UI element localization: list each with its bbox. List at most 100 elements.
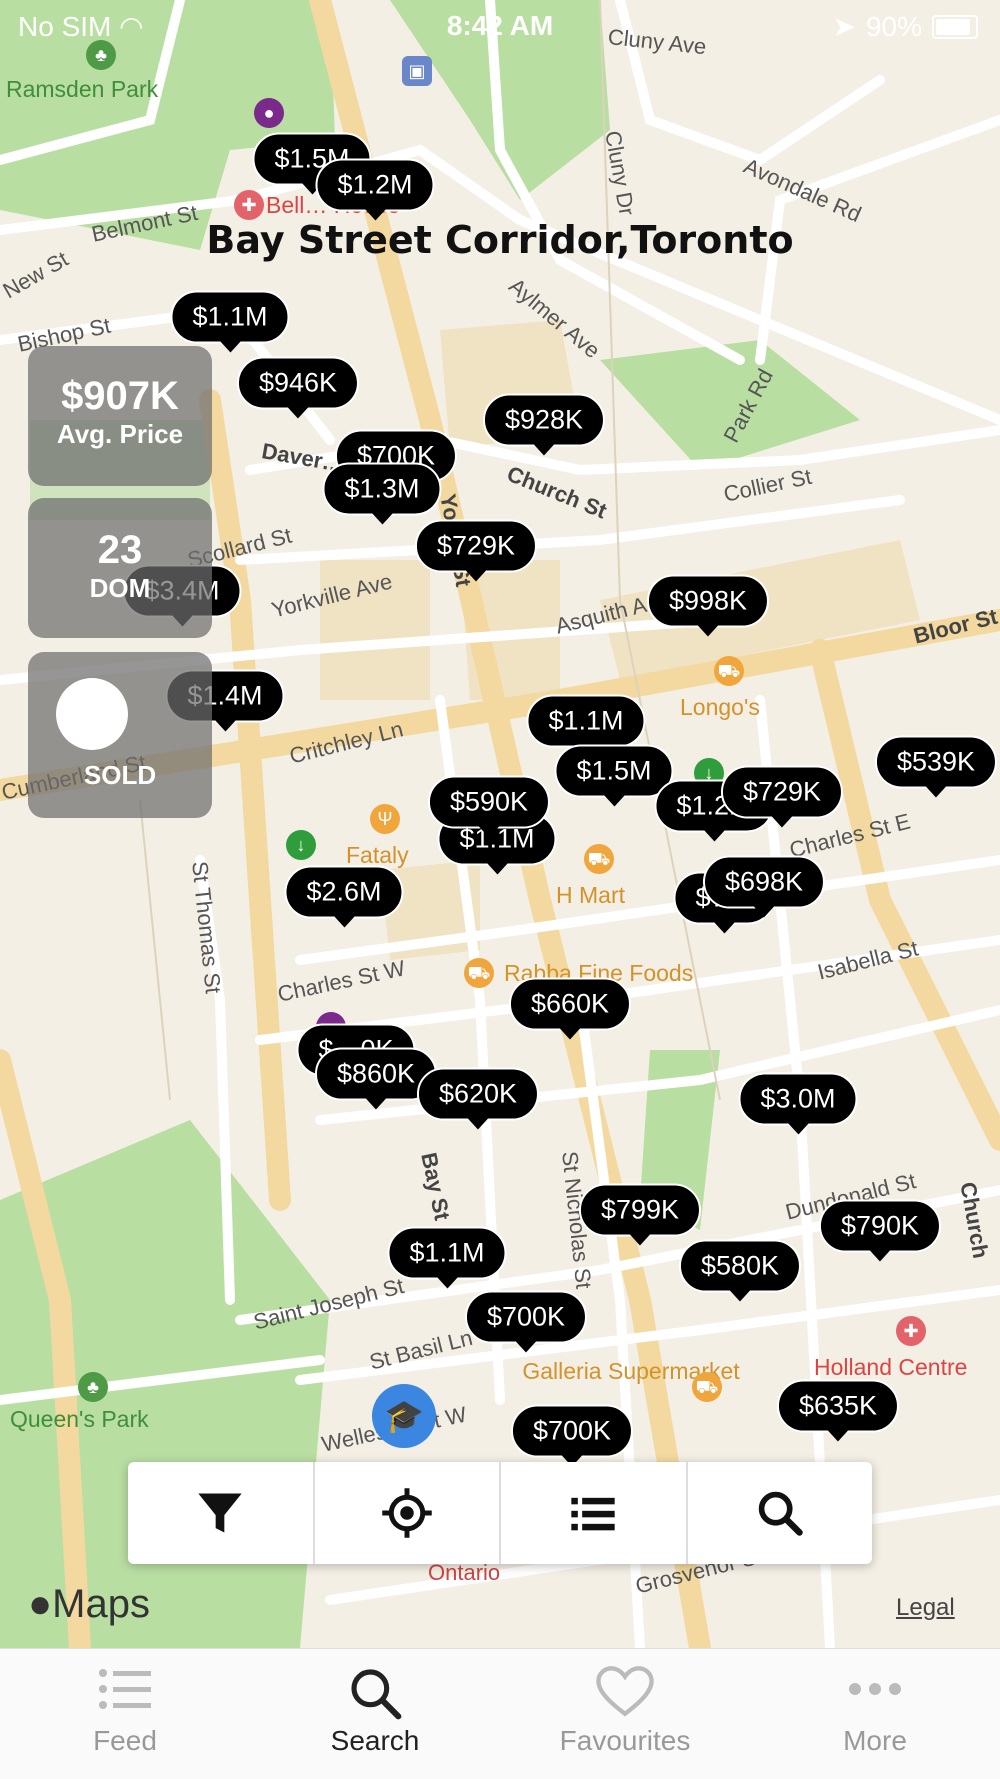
battery-status: ➤ 90% <box>832 10 978 43</box>
hospital-icon: ✚ <box>234 190 264 220</box>
listing-price: $1.1M <box>170 290 290 344</box>
list-button[interactable] <box>501 1462 688 1564</box>
bell-icon: ● <box>254 98 284 128</box>
filter-button[interactable] <box>128 1462 315 1564</box>
dom-value: 23 <box>97 528 143 572</box>
tab-label: Feed <box>93 1725 157 1756</box>
listing-price-pin[interactable]: $1.1M <box>170 290 290 344</box>
listing-price-pin[interactable]: $590K <box>427 775 551 829</box>
listing-price-pin[interactable]: $998K <box>646 574 770 628</box>
tab-label: Favourites <box>559 1725 691 1756</box>
location-arrow-icon: ➤ <box>832 11 856 42</box>
listing-price-pin[interactable]: $660K <box>508 977 632 1031</box>
listing-price: $539K <box>874 735 998 789</box>
list-icon <box>571 1497 615 1531</box>
battery-percent: 90% <box>865 10 922 42</box>
listing-price: $620K <box>416 1067 540 1121</box>
apple-icon: ● <box>28 1582 53 1626</box>
listing-price-pin[interactable]: $729K <box>720 765 844 819</box>
listing-price: $1.3M <box>322 462 442 516</box>
dom-card[interactable]: 23 DOM <box>28 498 212 638</box>
listing-price-pin[interactable]: $1.1M <box>526 694 646 748</box>
locate-button[interactable] <box>315 1462 501 1564</box>
listing-price-pin[interactable]: $700K <box>510 1404 634 1458</box>
park-label: Ramsden Park <box>6 76 159 102</box>
listing-price: $580K <box>678 1239 802 1293</box>
sold-toggle[interactable] <box>56 678 128 750</box>
listing-price: $790K <box>818 1199 942 1253</box>
map-toolbar <box>128 1462 872 1564</box>
park-icon: ♣ <box>78 1372 108 1402</box>
tab-feed[interactable]: Feed <box>0 1649 250 1779</box>
listing-price-pin[interactable]: $1.3M <box>322 462 442 516</box>
listing-price-pin[interactable]: $799K <box>578 1183 702 1237</box>
poi-label: Longo's <box>680 694 760 720</box>
maps-logo: ●Maps <box>28 1582 150 1626</box>
tab-bar: Feed Search Favourites More <box>0 1648 1000 1779</box>
listing-price: $2.6M <box>284 865 404 919</box>
grocery-icon: ⛟ <box>464 958 494 988</box>
listing-price: $729K <box>720 765 844 819</box>
battery-icon <box>932 14 978 39</box>
listing-price-pin[interactable]: $580K <box>678 1239 802 1293</box>
tab-label: More <box>843 1725 907 1756</box>
listing-price-pin[interactable]: $1.2M <box>315 158 435 212</box>
legal-link[interactable]: Legal <box>896 1594 955 1622</box>
tab-search[interactable]: Search <box>250 1649 500 1779</box>
listing-price: $998K <box>646 574 770 628</box>
search-button[interactable] <box>688 1462 873 1564</box>
area-title: Bay Street Corridor,Toronto <box>206 218 794 262</box>
restaurant-icon: Ψ <box>370 804 400 834</box>
search-icon <box>351 1669 402 1720</box>
listing-price: $1.1M <box>526 694 646 748</box>
listing-price: $1.1M <box>387 1226 507 1280</box>
grocery-icon: ⛟ <box>584 844 614 874</box>
listing-price-pin[interactable]: $3.0M <box>738 1072 858 1126</box>
listing-price: $635K <box>776 1379 900 1433</box>
listing-price-pin[interactable]: $2.6M <box>284 865 404 919</box>
listing-price-pin[interactable]: $928K <box>482 393 606 447</box>
grocery-icon: ⛟ <box>692 1372 722 1402</box>
listing-price-pin[interactable]: $635K <box>776 1379 900 1433</box>
listing-price-pin[interactable]: $790K <box>818 1199 942 1253</box>
park-label: Queen's Park <box>10 1406 149 1432</box>
listing-price: $660K <box>508 977 632 1031</box>
tab-favourites[interactable]: Favourites <box>500 1649 750 1779</box>
download-pin-icon: ↓ <box>286 830 316 860</box>
status-bar: No SIM ◠ 8:42 AM ➤ 90% <box>0 0 1000 54</box>
transit-icon: ▣ <box>402 56 432 86</box>
poi-label: Holland Centre <box>814 1354 968 1380</box>
grocery-icon: ⛟ <box>714 656 744 686</box>
feed-list-icon <box>99 1669 151 1709</box>
listing-price: $590K <box>427 775 551 829</box>
listing-price: $3.0M <box>738 1072 858 1126</box>
listing-price: $799K <box>578 1183 702 1237</box>
listing-price-pin[interactable]: $698K <box>702 855 826 909</box>
dom-label: DOM <box>89 573 151 603</box>
listing-price: $700K <box>464 1290 588 1344</box>
sold-toggle-card[interactable]: SOLD <box>28 652 212 818</box>
listing-price: $698K <box>702 855 826 909</box>
sold-label: SOLD <box>83 760 157 790</box>
more-dots-icon <box>849 1683 901 1695</box>
filter-icon <box>198 1493 242 1533</box>
poi-label: H Mart <box>556 882 625 908</box>
map-view[interactable]: Cluny Ave Cluny Dr Avondale Rd Belmont S… <box>0 0 1000 1648</box>
listing-price-pin[interactable]: $729K <box>414 519 538 573</box>
search-icon <box>758 1491 803 1536</box>
avg-price-card[interactable]: $907K Avg. Price <box>28 346 212 486</box>
listing-price-pin[interactable]: $539K <box>874 735 998 789</box>
listing-price: $928K <box>482 393 606 447</box>
tab-more[interactable]: More <box>750 1649 1000 1779</box>
listing-price-pin[interactable]: $620K <box>416 1067 540 1121</box>
listing-price-pin[interactable]: $1.1M <box>387 1226 507 1280</box>
heart-icon <box>596 1666 654 1717</box>
listing-price-pin[interactable]: $700K <box>464 1290 588 1344</box>
hospital-icon: ✚ <box>896 1316 926 1346</box>
listing-price-pin[interactable]: $946K <box>236 356 360 410</box>
listing-price: $700K <box>510 1404 634 1458</box>
listing-price: $729K <box>414 519 538 573</box>
school-icon[interactable]: 🎓 <box>372 1384 436 1448</box>
crosshair-icon <box>382 1488 432 1538</box>
listing-price: $946K <box>236 356 360 410</box>
